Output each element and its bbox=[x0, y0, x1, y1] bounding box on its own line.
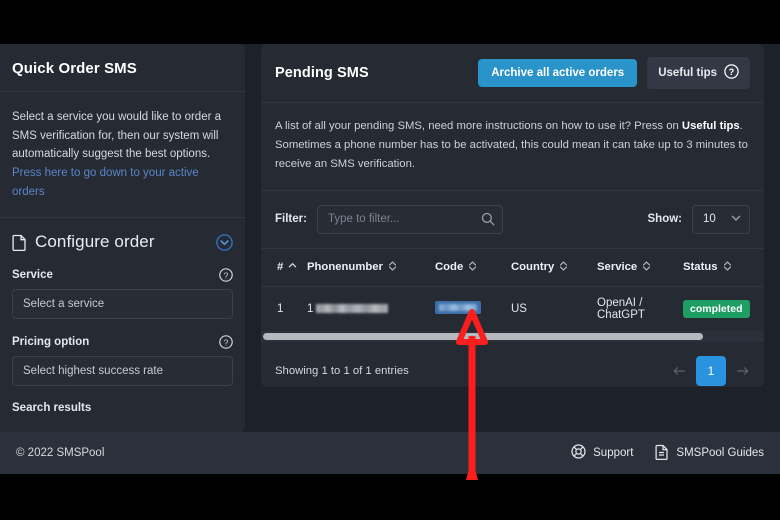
show-entries-value: 10 bbox=[703, 213, 716, 226]
phonenumber-redacted bbox=[316, 303, 389, 313]
search-results-label: Search results bbox=[12, 402, 92, 415]
cell-phonenumber: 1 bbox=[307, 286, 435, 331]
pagination-page-1[interactable]: 1 bbox=[696, 355, 726, 386]
footer-links: Support SMSPool Guides bbox=[571, 444, 764, 463]
column-header-service[interactable]: Service bbox=[597, 248, 683, 286]
svg-text:?: ? bbox=[224, 338, 229, 348]
table-row[interactable]: 1 1 US OpenAI / ChatGPT completed bbox=[261, 286, 764, 331]
question-circle-icon[interactable]: ? bbox=[219, 335, 233, 349]
question-circle-icon: ? bbox=[724, 64, 739, 82]
column-label-service: Service bbox=[597, 261, 638, 274]
filter-label: Filter: bbox=[275, 213, 307, 226]
table-head: # Phonenumber Code Country Service Statu… bbox=[261, 248, 764, 287]
show-label: Show: bbox=[647, 213, 683, 226]
intro-paragraph: Select a service you would like to order… bbox=[12, 108, 233, 201]
sort-asc-icon bbox=[288, 261, 297, 273]
filter-input-wrapper bbox=[316, 204, 503, 234]
pending-sms-panel: Pending SMS Archive all active orders Us… bbox=[261, 44, 764, 387]
pending-sms-description: A list of all your pending SMS, need mor… bbox=[261, 103, 764, 191]
column-label-country: Country bbox=[511, 261, 555, 274]
filter-input[interactable] bbox=[316, 204, 503, 234]
horizontal-scrollbar[interactable] bbox=[261, 330, 764, 342]
configure-order-section: Configure order Service ? Select a servi… bbox=[0, 218, 245, 432]
smspool-guides-link[interactable]: SMSPool Guides bbox=[655, 444, 764, 463]
column-label-status: Status bbox=[683, 261, 718, 274]
service-label: Service bbox=[12, 269, 53, 282]
column-label-code: Code bbox=[435, 261, 464, 274]
cell-status: completed bbox=[683, 286, 764, 331]
column-header-code[interactable]: Code bbox=[435, 248, 511, 286]
pricing-option-select[interactable]: Select highest success rate bbox=[12, 356, 233, 387]
pagination: 1 bbox=[672, 355, 750, 386]
pending-sms-header: Pending SMS Archive all active orders Us… bbox=[261, 44, 764, 103]
sort-both-icon bbox=[388, 260, 397, 275]
service-field-labels: Service ? bbox=[12, 268, 233, 282]
pending-sms-table-wrapper: # Phonenumber Code Country Service Statu… bbox=[261, 248, 764, 342]
column-header-status[interactable]: Status bbox=[683, 248, 764, 286]
useful-tips-button[interactable]: Useful tips ? bbox=[647, 57, 750, 89]
table-footer: Showing 1 to 1 of 1 entries 1 bbox=[261, 342, 764, 387]
configure-order-header: Configure order bbox=[12, 232, 233, 252]
document-icon bbox=[12, 234, 27, 251]
document-icon bbox=[655, 444, 669, 463]
arrow-left-icon[interactable] bbox=[672, 364, 686, 378]
guides-label: SMSPool Guides bbox=[676, 447, 764, 459]
show-entries-select[interactable]: 10 bbox=[692, 204, 750, 234]
content-band: Quick Order SMS Select a service you wou… bbox=[0, 44, 780, 474]
pricing-option-label: Pricing option bbox=[12, 336, 90, 349]
active-orders-link[interactable]: Press here to go down to your active ord… bbox=[12, 167, 199, 198]
quick-order-header: Quick Order SMS bbox=[0, 44, 245, 92]
cell-country: US bbox=[511, 302, 527, 315]
column-header-index[interactable]: # bbox=[261, 248, 307, 286]
service-select[interactable]: Select a service bbox=[12, 289, 233, 320]
page-body: Quick Order SMS Select a service you wou… bbox=[0, 44, 780, 432]
sort-both-icon bbox=[559, 260, 568, 275]
phone-prefix: 1 bbox=[307, 302, 314, 315]
chevron-down-icon bbox=[730, 212, 742, 227]
column-header-country[interactable]: Country bbox=[511, 248, 597, 286]
svg-text:?: ? bbox=[729, 67, 735, 77]
archive-all-active-orders-button[interactable]: Archive all active orders bbox=[478, 59, 638, 87]
pricing-option-value: Select highest success rate bbox=[23, 365, 163, 378]
pending-sms-title: Pending SMS bbox=[275, 65, 369, 81]
sort-both-icon bbox=[642, 260, 651, 275]
description-bold: Useful tips bbox=[681, 120, 740, 132]
description-paragraph: A list of all your pending SMS, need mor… bbox=[275, 117, 750, 174]
showing-entries-text: Showing 1 to 1 of 1 entries bbox=[275, 364, 409, 377]
horizontal-scrollbar-thumb[interactable] bbox=[263, 332, 703, 340]
app-root: Quick Order SMS Select a service you wou… bbox=[0, 0, 780, 520]
sort-both-icon bbox=[468, 260, 477, 275]
arrow-right-icon[interactable] bbox=[736, 364, 750, 378]
cell-code[interactable] bbox=[435, 286, 511, 331]
code-redacted-selected bbox=[435, 300, 481, 314]
support-link[interactable]: Support bbox=[571, 444, 633, 462]
question-circle-icon[interactable]: ? bbox=[219, 268, 233, 282]
column-header-phonenumber[interactable]: Phonenumber bbox=[307, 248, 435, 286]
pending-sms-table: # Phonenumber Code Country Service Statu… bbox=[261, 248, 764, 331]
intro-text: Select a service you would like to order… bbox=[12, 111, 222, 161]
svg-text:?: ? bbox=[224, 271, 229, 281]
useful-tips-label: Useful tips bbox=[658, 67, 717, 79]
page-title: Quick Order SMS bbox=[12, 60, 137, 77]
sort-both-icon bbox=[723, 260, 732, 275]
column-label-index: # bbox=[277, 261, 284, 274]
description-part1: A list of all your pending SMS, need mor… bbox=[275, 120, 682, 132]
cell-index: 1 bbox=[277, 302, 284, 315]
quick-order-panel: Quick Order SMS Select a service you wou… bbox=[0, 44, 245, 432]
page-footer: © 2022 SMSPool Support SMSPool Guides bbox=[0, 432, 780, 474]
lifering-icon bbox=[571, 444, 586, 462]
status-badge: completed bbox=[683, 299, 750, 318]
table-body: 1 1 US OpenAI / ChatGPT completed bbox=[261, 286, 764, 331]
column-label-phonenumber: Phonenumber bbox=[307, 261, 383, 274]
filter-row: Filter: Show: 10 bbox=[261, 191, 764, 248]
quick-order-intro: Select a service you would like to order… bbox=[0, 92, 245, 219]
table-header-row: # Phonenumber Code Country Service Statu… bbox=[261, 248, 764, 287]
service-select-value: Select a service bbox=[23, 298, 105, 311]
pricing-field-labels: Pricing option ? bbox=[12, 335, 233, 349]
configure-order-title: Configure order bbox=[35, 232, 155, 252]
chevron-down-circle-icon[interactable] bbox=[216, 233, 233, 251]
support-label: Support bbox=[593, 447, 634, 459]
copyright-text: © 2022 SMSPool bbox=[16, 447, 105, 459]
cell-service: OpenAI / ChatGPT bbox=[597, 296, 645, 321]
